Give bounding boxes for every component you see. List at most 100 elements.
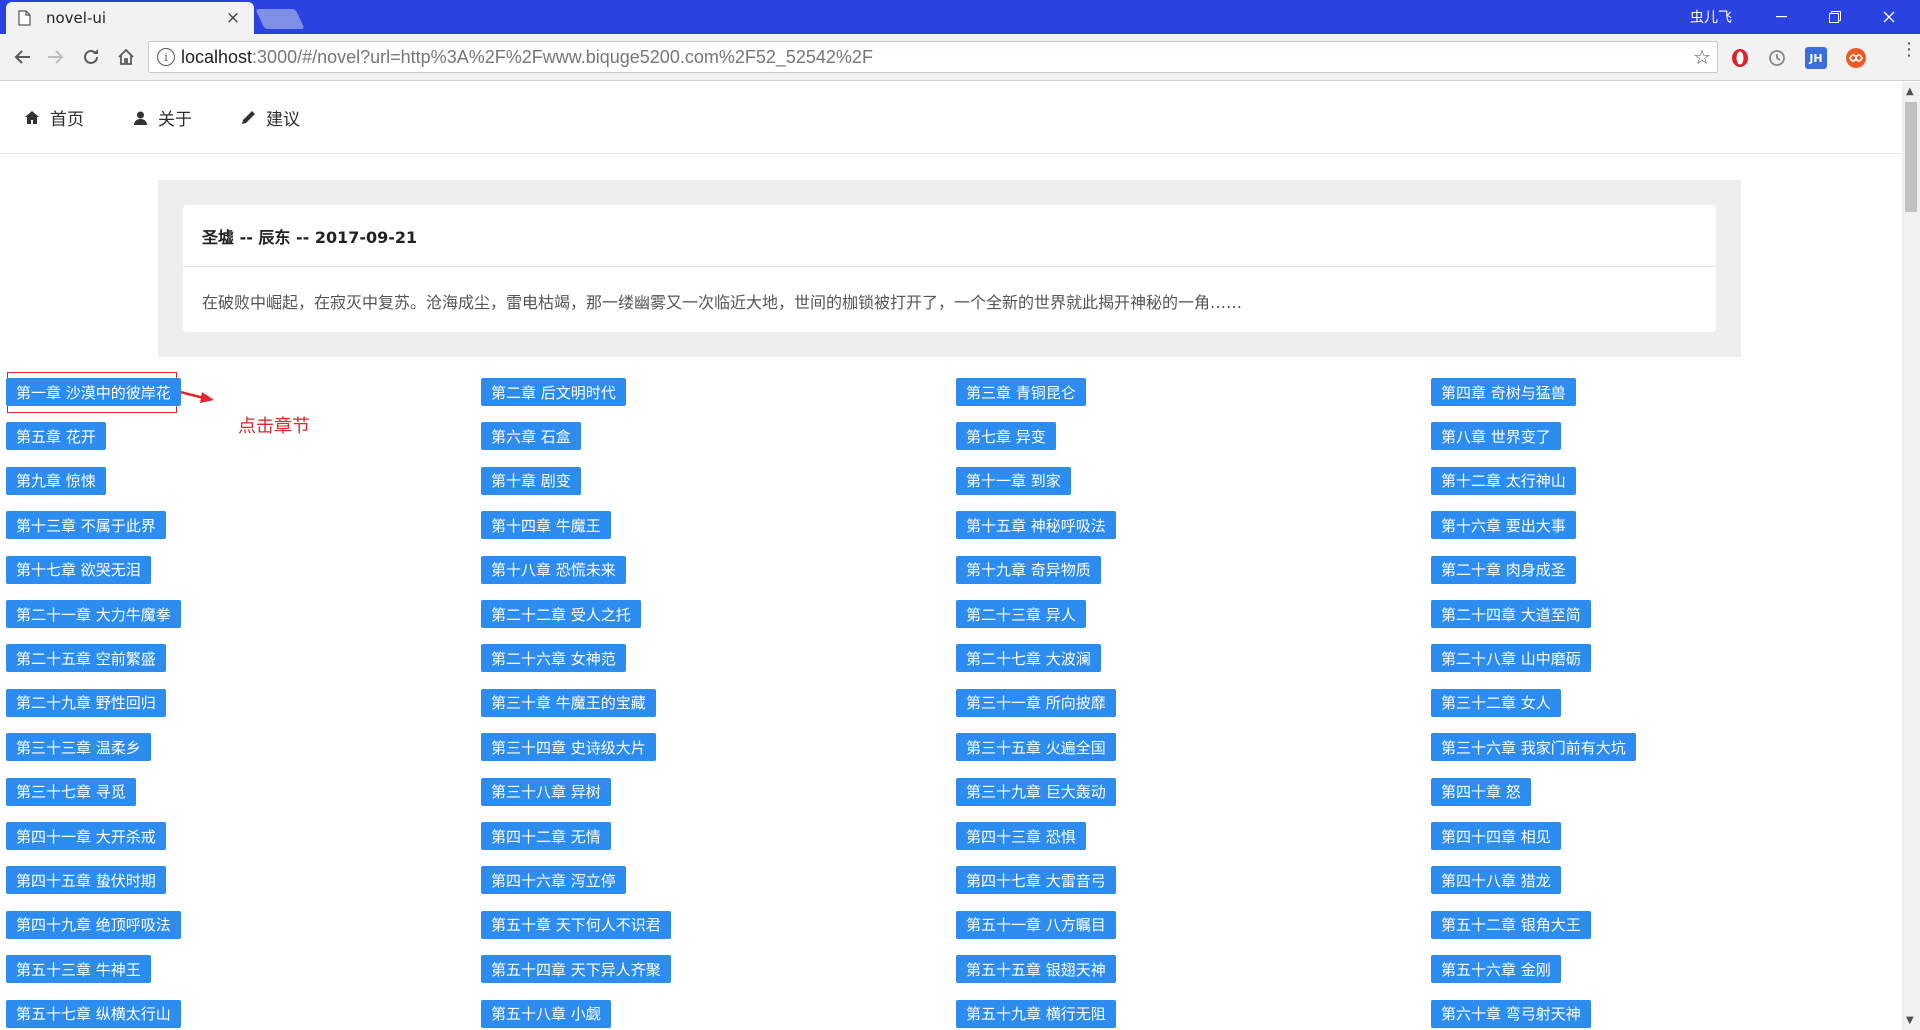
chapter-button[interactable]: 第十三章 不属于此界 (6, 511, 166, 540)
chapter-button[interactable]: 第三十三章 温柔乡 (6, 733, 151, 762)
chapter-button[interactable]: 第三十章 牛魔王的宝藏 (481, 688, 656, 717)
chapter-button[interactable]: 第三章 青铜昆仑 (956, 378, 1086, 406)
chapter-button[interactable]: 第八章 世界变了 (1431, 422, 1561, 451)
chapter-button[interactable]: 第五十六章 金刚 (1431, 955, 1561, 984)
chapter-button[interactable]: 第三十六章 我家门前有大坑 (1431, 733, 1636, 762)
chapter-button[interactable]: 第十八章 恐慌未来 (481, 555, 626, 584)
url-host: localhost (181, 46, 253, 67)
chapter-button[interactable]: 第十五章 神秘呼吸法 (956, 511, 1116, 540)
chapter-button[interactable]: 第二章 后文明时代 (481, 378, 626, 406)
back-arrow-icon[interactable] (9, 44, 35, 70)
browser-titlebar: novel-ui × 虫儿飞 (0, 0, 1920, 34)
chapter-button[interactable]: 第十七章 欲哭无泪 (6, 555, 151, 584)
chapter-button[interactable]: 第二十二章 受人之托 (481, 600, 641, 628)
chapter-button[interactable]: 第四十七章 大雷音弓 (956, 866, 1116, 895)
chapter-button[interactable]: 第六章 石盒 (481, 422, 581, 451)
chapter-button[interactable]: 第四十八章 猎龙 (1431, 866, 1561, 895)
annotation-label: 点击章节 (238, 416, 310, 437)
pencil-icon (240, 110, 256, 126)
chapter-button[interactable]: 第四十四章 相见 (1431, 822, 1561, 850)
chapter-button[interactable]: 第十一章 到家 (956, 466, 1071, 495)
chapter-button[interactable]: 第五十四章 天下异人齐聚 (481, 955, 671, 984)
chapter-button[interactable]: 第四十九章 绝顶呼吸法 (6, 910, 181, 939)
home-icon (24, 110, 40, 126)
chapter-button[interactable]: 第五十三章 牛神王 (6, 955, 151, 984)
history-icon[interactable] (1766, 47, 1788, 69)
chapter-button[interactable]: 第六十章 弯弓射天神 (1431, 999, 1591, 1028)
chapter-button[interactable]: 第二十九章 野性回归 (6, 688, 166, 717)
nav-suggest[interactable]: 建议 (240, 105, 300, 130)
infinity-icon[interactable] (1845, 47, 1867, 69)
chapter-button[interactable]: 第十九章 奇异物质 (956, 555, 1101, 584)
chapter-button[interactable]: 第二十三章 异人 (956, 600, 1086, 628)
url-path: :3000/#/novel?url=http%3A%2F%2Fwww.biqug… (252, 46, 873, 67)
chapter-button[interactable]: 第五十五章 银翅天神 (956, 955, 1116, 984)
chapter-button[interactable]: 第三十四章 史诗级大片 (481, 733, 656, 762)
minimize-icon[interactable] (1758, 0, 1804, 34)
chapter-button[interactable]: 第五十八章 小觑 (481, 999, 611, 1028)
chapter-button[interactable]: 第三十一章 所向披靡 (956, 688, 1116, 717)
chapter-button[interactable]: 第九章 惊悚 (6, 466, 106, 495)
chapter-button[interactable]: 第五十一章 八方瞩目 (956, 910, 1116, 939)
chapter-button[interactable]: 第二十四章 大道至简 (1431, 600, 1591, 628)
chapter-button[interactable]: 第三十五章 火遍全国 (956, 733, 1116, 762)
scroll-down-icon[interactable]: ▼ (1906, 1015, 1914, 1026)
chapter-button[interactable]: 第五章 花开 (6, 422, 106, 451)
nav-about[interactable]: 关于 (132, 105, 192, 130)
chapter-button[interactable]: 第一章 沙漠中的彼岸花 (6, 378, 181, 406)
chapter-button[interactable]: 第二十八章 山中磨砺 (1431, 644, 1591, 673)
url-text[interactable]: localhost:3000/#/novel?url=http%3A%2F%2F… (181, 47, 1693, 68)
page-icon (18, 10, 34, 26)
opera-icon[interactable] (1729, 47, 1751, 69)
nav-about-label: 关于 (158, 110, 192, 130)
chapter-button[interactable]: 第三十七章 寻觅 (6, 777, 136, 806)
address-bar[interactable]: i localhost:3000/#/novel?url=http%3A%2F%… (148, 41, 1718, 73)
chapter-button[interactable]: 第四章 奇树与猛兽 (1431, 378, 1576, 406)
chapter-button[interactable]: 第十二章 太行神山 (1431, 466, 1576, 495)
chapter-button[interactable]: 第十六章 要出大事 (1431, 511, 1576, 540)
chapter-button[interactable]: 第四十一章 大开杀戒 (6, 822, 166, 850)
tab-close-icon[interactable]: × (224, 8, 242, 28)
info-icon[interactable]: i (157, 48, 175, 66)
chapter-button[interactable]: 第二十一章 大力牛魔拳 (6, 600, 181, 628)
chapter-button[interactable]: 第三十八章 异树 (481, 777, 611, 806)
jh-extension-icon[interactable]: JH (1805, 47, 1827, 69)
browser-toolbar: i localhost:3000/#/novel?url=http%3A%2F%… (0, 34, 1920, 81)
close-window-icon[interactable] (1866, 0, 1912, 34)
chapter-button[interactable]: 第二十六章 女神范 (481, 644, 626, 673)
chapter-button[interactable]: 第四十章 怒 (1431, 777, 1531, 806)
chapter-button[interactable]: 第四十五章 蛰伏时期 (6, 866, 166, 895)
chapter-button[interactable]: 第四十六章 泻立停 (481, 866, 626, 895)
new-tab-button[interactable] (255, 9, 305, 29)
chapter-button[interactable]: 第二十七章 大波澜 (956, 644, 1101, 673)
restore-icon[interactable] (1812, 0, 1858, 34)
chapter-button[interactable]: 第四十二章 无情 (481, 822, 611, 850)
bookmark-star-icon[interactable]: ☆ (1693, 45, 1711, 69)
menu-icon[interactable]: ⋮ (1900, 41, 1918, 59)
chapter-button[interactable]: 第三十二章 女人 (1431, 688, 1561, 717)
chapter-button[interactable]: 第二十五章 空前繁盛 (6, 644, 166, 673)
vertical-scrollbar[interactable]: ▲ ▼ (1902, 82, 1920, 1030)
forward-arrow-icon[interactable] (43, 44, 69, 70)
chapter-button[interactable]: 第三十九章 巨大轰动 (956, 777, 1116, 806)
profile-name[interactable]: 虫儿飞 (1690, 7, 1732, 27)
nav-suggest-label: 建议 (266, 110, 300, 130)
chapter-button[interactable]: 第四十三章 恐惧 (956, 822, 1086, 850)
chapter-button[interactable]: 第五十九章 横行无阻 (956, 999, 1116, 1028)
annotation-arrow-icon (176, 389, 214, 403)
chapter-button[interactable]: 第十章 剧变 (481, 466, 581, 495)
chapter-button[interactable]: 第七章 异变 (956, 422, 1056, 451)
chapter-button[interactable]: 第十四章 牛魔王 (481, 511, 611, 540)
scroll-thumb[interactable] (1905, 102, 1917, 212)
scroll-up-icon[interactable]: ▲ (1906, 86, 1914, 97)
book-info-card: 圣墟 -- 辰东 -- 2017-09-21 在破败中崛起，在寂灭中复苏。沧海成… (183, 205, 1716, 332)
browser-tab[interactable]: novel-ui × (6, 2, 254, 34)
home-icon[interactable] (113, 44, 139, 70)
chapter-button[interactable]: 第五十二章 银角大王 (1431, 910, 1591, 939)
chapter-button[interactable]: 第五十七章 纵横太行山 (6, 999, 181, 1028)
nav-home[interactable]: 首页 (24, 105, 84, 130)
chapter-button[interactable]: 第二十章 肉身成圣 (1431, 555, 1576, 584)
user-icon (132, 110, 148, 126)
reload-icon[interactable] (78, 44, 104, 70)
chapter-button[interactable]: 第五十章 天下何人不识君 (481, 910, 671, 939)
